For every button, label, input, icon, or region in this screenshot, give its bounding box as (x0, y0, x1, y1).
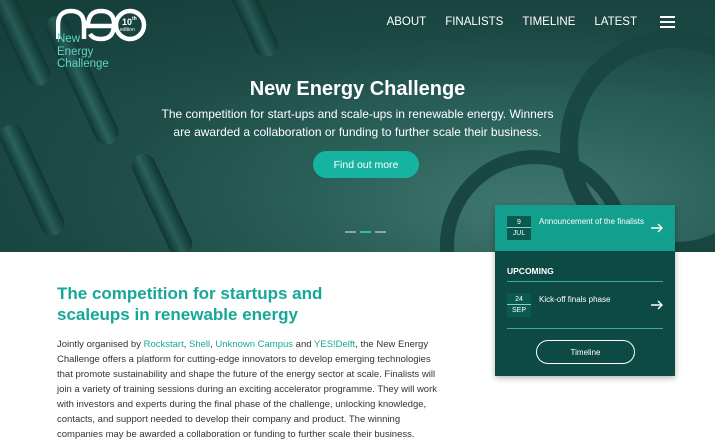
logo-edition-number: 10 (122, 17, 132, 27)
intro-text: and (293, 339, 315, 350)
link-yesdelft[interactable]: YES!Delft (314, 339, 355, 350)
event-day: 24 (507, 294, 531, 305)
upcoming-label: UPCOMING (507, 266, 554, 276)
nav-item-timeline[interactable]: TIMELINE (522, 16, 575, 28)
date-badge: 9 JUL (507, 216, 531, 240)
hero-subtitle: The competition for start-ups and scale-… (161, 107, 554, 139)
carousel-dot[interactable] (375, 231, 386, 233)
hamburger-menu-icon[interactable] (660, 16, 675, 28)
logo-edition-suffix: th (132, 16, 137, 22)
nav-item-latest[interactable]: LATEST (594, 16, 637, 28)
logo-wordmark: New Energy Challenge (57, 33, 109, 71)
logo-line: Energy (57, 45, 94, 58)
carousel-dot-active[interactable] (360, 231, 371, 233)
logo-line: New (57, 33, 81, 45)
intro-text: , the New Energy Challenge offers a plat… (57, 339, 437, 440)
event-month: SEP (511, 307, 526, 314)
featured-event[interactable]: 9 JUL Announcement of the finalists (495, 205, 675, 251)
main-nav: ABOUT FINALISTS TIMELINE LATEST (387, 14, 637, 30)
nav-item-about[interactable]: ABOUT (387, 16, 427, 28)
logo-line: Challenge (57, 58, 109, 70)
link-unknown-campus[interactable]: Unknown Campus (215, 339, 293, 350)
arrow-right-icon[interactable] (651, 223, 664, 233)
menu-icon-line (660, 26, 675, 28)
intro-text: Jointly organised by (57, 339, 144, 350)
arrow-right-icon[interactable] (651, 300, 664, 310)
menu-icon-line (660, 16, 675, 18)
event-month: JUL (512, 230, 526, 237)
event-title: Announcement of the finalists (539, 217, 644, 226)
event-title: Kick-off finals phase (539, 295, 611, 304)
link-rockstart[interactable]: Rockstart (144, 339, 184, 350)
section-heading: The competition for startups and scaleup… (57, 284, 323, 324)
find-out-more-button[interactable]: Find out more (313, 151, 419, 178)
timeline-button[interactable]: Timeline (536, 340, 635, 364)
link-shell[interactable]: Shell (189, 339, 210, 350)
intro-paragraph: Jointly organised by Rockstart, Shell, U… (57, 337, 445, 442)
logo-edition-label: edition (120, 27, 135, 33)
hero-title: New Energy Challenge (249, 78, 466, 100)
nav-item-finalists[interactable]: FINALISTS (445, 16, 503, 28)
divider (507, 281, 663, 282)
event-day: 9 (507, 217, 531, 228)
date-badge: 24 SEP (507, 293, 531, 317)
divider (507, 328, 663, 329)
menu-icon-line (660, 21, 675, 23)
carousel-dot[interactable] (345, 231, 356, 233)
events-panel: 9 JUL Announcement of the finalists UPCO… (495, 205, 675, 376)
carousel-indicators (345, 231, 386, 233)
